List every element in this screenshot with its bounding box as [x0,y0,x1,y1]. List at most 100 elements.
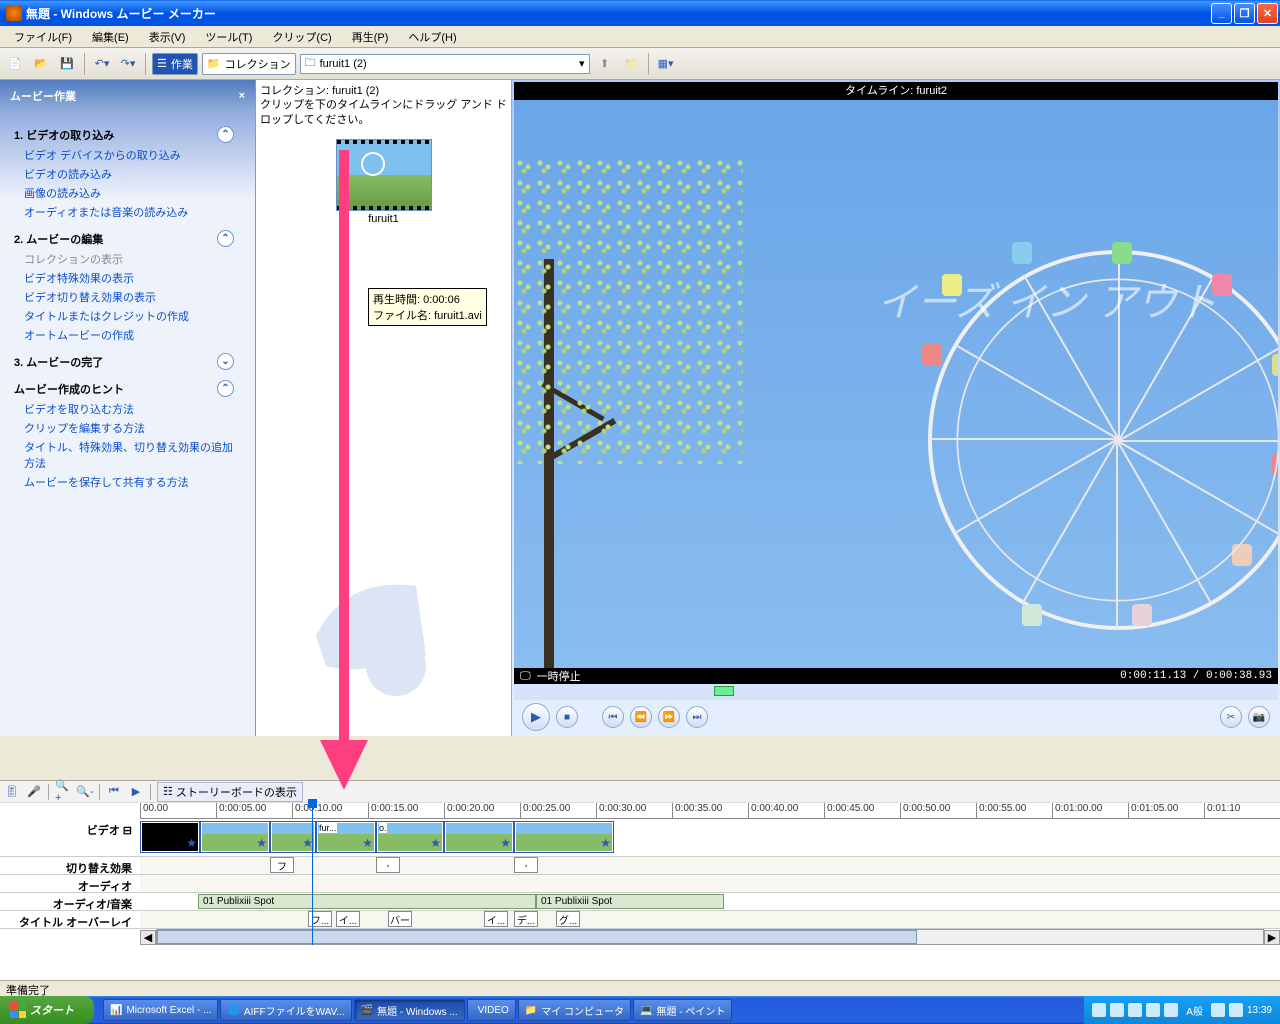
timeline-toolbar: 🎚 🎤 🔍+ 🔍- ⏮ ▶ ☷ ストーリーボードの表示 [0,781,1280,803]
panel-close-icon[interactable]: × [239,90,245,102]
timeline-clip[interactable]: ★ [140,821,200,853]
tray-icon[interactable] [1128,1003,1142,1017]
task-link[interactable]: オーディオまたは音楽の読み込み [24,204,241,220]
next-button[interactable]: ⏭ [686,706,708,728]
timeline-clip[interactable]: ★ [200,821,270,853]
tray-icon[interactable] [1211,1003,1225,1017]
chevron-down-icon: ▾ [579,57,585,70]
split-button[interactable]: ✂ [1220,706,1242,728]
collections-toggle[interactable]: 📁 コレクション [202,53,296,75]
collection-dropdown[interactable]: 🗀 furuit1 (2) ▾ [300,54,590,74]
stop-button[interactable]: ■ [556,706,578,728]
tray-icon[interactable] [1110,1003,1124,1017]
undo-button[interactable]: ↶▾ [91,53,113,75]
task-link[interactable]: タイトル、特殊効果、切り替え効果の追加方法 [24,439,241,471]
transition-clip[interactable]: フ [270,857,294,873]
new-project-button[interactable]: 📄 [4,53,26,75]
task-link[interactable]: クリップを編集する方法 [24,420,241,436]
task-link[interactable]: ビデオ切り替え効果の表示 [24,289,241,305]
tray-icon[interactable] [1092,1003,1106,1017]
h-scrollbar[interactable] [156,929,1264,945]
task-link[interactable]: ビデオを取り込む方法 [24,401,241,417]
transition-clip[interactable]: , [514,857,538,873]
minimize-button[interactable]: _ [1211,3,1232,24]
task-link[interactable]: タイトルまたはクレジットの作成 [24,308,241,324]
close-button[interactable]: ✕ [1257,3,1278,24]
playhead[interactable] [312,803,313,945]
rewind-timeline-button[interactable]: ⏮ [106,784,122,800]
tray-icon[interactable] [1146,1003,1160,1017]
clock[interactable]: 13:39 [1247,1005,1272,1016]
clip-thumbnail[interactable]: furuit1 [336,139,432,225]
taskbar-item[interactable]: 🎬無題 - Windows ... [354,999,465,1021]
play-timeline-button[interactable]: ▶ [128,784,144,800]
taskbar-item[interactable]: 📊Microsoft Excel - ... [103,999,218,1021]
timeline-clip[interactable]: ★ [444,821,514,853]
forward-button[interactable]: ⏩ [658,706,680,728]
taskbar-item[interactable]: 📁マイ コンピュータ [518,999,631,1021]
menu-play[interactable]: 再生(P) [342,26,399,47]
scroll-right-button[interactable]: ▶ [1264,930,1280,945]
timeline-clip[interactable]: o.★ [376,821,444,853]
title-clip[interactable]: バー [388,911,412,927]
title-clip[interactable]: デ... [514,911,538,927]
narrate-button[interactable]: 🎤 [26,784,42,800]
open-button[interactable]: 📂 [30,53,52,75]
snapshot-button[interactable]: 📷 [1248,706,1270,728]
taskbar-item[interactable]: VIDEO [467,999,516,1021]
task-link[interactable]: 画像の読み込み [24,185,241,201]
expand-icon[interactable]: ⌄ [217,353,234,370]
menu-clip[interactable]: クリップ(C) [262,26,341,47]
menu-tool[interactable]: ツール(T) [195,26,262,47]
start-button[interactable]: スタート [0,996,94,1024]
timeline-clip[interactable]: ★ [514,821,614,853]
audio-clip[interactable]: 01 Publixiii Spot [536,894,724,909]
title-clip[interactable]: グ... [556,911,580,927]
tray-icon[interactable] [1164,1003,1178,1017]
play-button[interactable]: ▶ [522,703,550,731]
task-link[interactable]: ムービーを保存して共有する方法 [24,474,241,490]
menu-edit[interactable]: 編集(E) [82,26,139,47]
task-link[interactable]: オートムービーの作成 [24,327,241,343]
ime-indicator[interactable]: A般 [1186,1003,1203,1018]
timeline-clip[interactable]: fur...★ [316,821,376,853]
prev-button[interactable]: ⏮ [602,706,624,728]
collapse-icon[interactable]: ⌃ [217,230,234,247]
title-clip[interactable]: イ... [336,911,360,927]
task-link[interactable]: ビデオの読み込み [24,166,241,182]
show-storyboard-button[interactable]: ☷ ストーリーボードの表示 [157,782,303,802]
menu-view[interactable]: 表示(V) [139,26,196,47]
up-button[interactable]: ⬆ [594,53,616,75]
timeline-clip[interactable]: ★ [270,821,316,853]
section-finish[interactable]: 3. ムービーの完了⌄ [14,353,234,370]
title-clip[interactable]: イ... [484,911,508,927]
collapse-track-icon[interactable]: ⊟ [123,825,132,837]
task-link[interactable]: ビデオ特殊効果の表示 [24,270,241,286]
taskbar-item[interactable]: 💻無題 - ペイント [633,999,732,1021]
maximize-button[interactable]: ❐ [1234,3,1255,24]
audio-clip[interactable]: 01 Publixiii Spot [198,894,536,909]
seek-slider[interactable] [514,684,1278,700]
scroll-left-button[interactable]: ◀ [140,930,156,945]
collapse-icon[interactable]: ⌃ [217,380,234,397]
collapse-icon[interactable]: ⌃ [217,126,234,143]
taskbar-item[interactable]: 🌐AIFFファイルをWAV... [220,999,351,1021]
set-levels-button[interactable]: 🎚 [4,784,20,800]
transition-clip[interactable]: , [376,857,400,873]
zoom-in-button[interactable]: 🔍+ [55,784,71,800]
task-link[interactable]: ビデオ デバイスからの取り込み [24,147,241,163]
redo-button[interactable]: ↷▾ [117,53,139,75]
tasks-toggle[interactable]: ☰ 作業 [152,53,198,75]
tasks-panel: ムービー作業 × 1. ビデオの取り込み⌃ ビデオ デバイスからの取り込みビデオ… [0,80,256,736]
windows-logo-icon [10,1002,26,1018]
view-mode-button[interactable]: ▦▾ [655,53,677,75]
save-button[interactable]: 💾 [56,53,78,75]
menu-help[interactable]: ヘルプ(H) [398,26,466,47]
rewind-button[interactable]: ⏪ [630,706,652,728]
collection-panel: コレクション: furuit1 (2) クリップを下のタイムラインにドラッグ ア… [256,80,512,736]
zoom-out-button[interactable]: 🔍- [77,784,93,800]
tray-icon[interactable] [1229,1003,1243,1017]
section-hints: ムービー作成のヒント⌃ [14,380,234,397]
menu-file[interactable]: ファイル(F) [4,26,82,47]
new-folder-button[interactable]: 📁 [620,53,642,75]
